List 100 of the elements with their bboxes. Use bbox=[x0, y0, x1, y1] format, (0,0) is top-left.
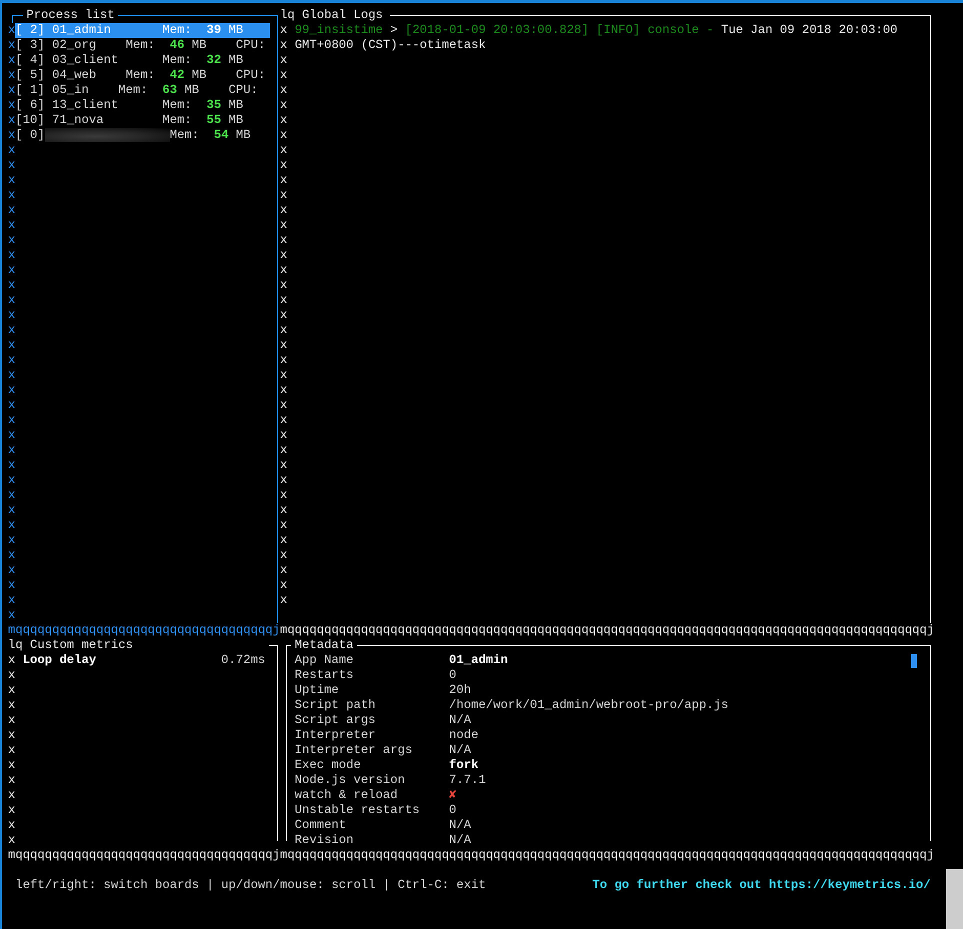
field-label: Node.js version bbox=[294, 773, 406, 788]
border-char: x bbox=[280, 158, 288, 173]
border-char: x bbox=[8, 458, 16, 473]
metric-name: Loop delay bbox=[22, 653, 96, 668]
border-char: x bbox=[280, 83, 288, 98]
border-char: x bbox=[8, 503, 16, 518]
border-char: x bbox=[280, 383, 288, 398]
border-char: x bbox=[8, 368, 16, 383]
border-char: x bbox=[8, 413, 16, 428]
border-line: mqqqqqqqqqqqqqqqqqqqqqqqqqqqqqqqqqqqj bbox=[8, 848, 280, 863]
border-char: x bbox=[8, 698, 16, 713]
scroll-thumb[interactable] bbox=[946, 869, 963, 929]
border-char: x bbox=[280, 488, 288, 503]
field-value: ✘ bbox=[449, 788, 456, 803]
border-char: x bbox=[280, 38, 288, 53]
border-char: x bbox=[280, 548, 288, 563]
field-label: Comment bbox=[294, 818, 348, 833]
border-char: x bbox=[280, 308, 288, 323]
field-label: Interpreter args bbox=[294, 743, 414, 758]
border-char: x bbox=[8, 668, 16, 683]
field-label: Restarts bbox=[294, 668, 354, 683]
field-value: node bbox=[449, 728, 478, 743]
panel-title: lq Custom metrics bbox=[8, 638, 133, 653]
border-char: x bbox=[8, 218, 16, 233]
log-line: 99_insistime > [2018-01-09 20:03:00.828] [INFO] console - Tue Jan 09 2018 20:03:00 bbox=[294, 23, 898, 38]
border-char: x bbox=[280, 263, 288, 278]
border-char: x bbox=[8, 68, 16, 83]
border-char: x bbox=[8, 608, 16, 623]
field-label: Exec mode bbox=[294, 758, 362, 773]
field-value: N/A bbox=[449, 818, 472, 833]
panel-title: lq Global Logs bbox=[280, 8, 383, 23]
field-value: 0 bbox=[449, 668, 456, 683]
border-char: x bbox=[280, 98, 288, 113]
border-char: x bbox=[8, 563, 16, 578]
border-char: x bbox=[8, 128, 16, 143]
border-char: x bbox=[8, 773, 16, 788]
process-row[interactable]: [ 4] 03_client Mem: 32 MB bbox=[15, 53, 270, 68]
border-char: x bbox=[280, 113, 288, 128]
border-char: x bbox=[8, 518, 16, 533]
border-char: x bbox=[8, 383, 16, 398]
border-char: x bbox=[280, 338, 288, 353]
border-char: x bbox=[8, 743, 16, 758]
border-char: x bbox=[8, 113, 16, 128]
field-label: Unstable restarts bbox=[294, 803, 421, 818]
border-char: x bbox=[8, 23, 16, 38]
process-row[interactable]: [ 0] Mem: 54 MB bbox=[15, 128, 270, 144]
border-char: x bbox=[8, 203, 16, 218]
border-char: x bbox=[8, 323, 16, 338]
border-char: x bbox=[280, 503, 288, 518]
border-char: x bbox=[8, 248, 16, 263]
border-char: x bbox=[8, 398, 16, 413]
border-char: x bbox=[8, 578, 16, 593]
border-char: x bbox=[8, 548, 16, 563]
field-label: Script path bbox=[294, 698, 377, 713]
border-char: x bbox=[8, 713, 16, 728]
border-char: x bbox=[280, 473, 288, 488]
field-value: 7.7.1 bbox=[449, 773, 486, 788]
border-char: x bbox=[8, 53, 16, 68]
border-char: x bbox=[280, 323, 288, 338]
border-char: x bbox=[280, 233, 288, 248]
border-char: x bbox=[8, 143, 16, 158]
border-char: x bbox=[280, 53, 288, 68]
process-row[interactable]: [ 3] 02_org Mem: 46 MB CPU: bbox=[15, 38, 270, 53]
border-char: x bbox=[280, 203, 288, 218]
border-char: x bbox=[280, 293, 288, 308]
border-char: x bbox=[8, 833, 16, 848]
process-row[interactable]: [10] 71_nova Mem: 55 MB bbox=[15, 113, 270, 128]
metric-value: 0.72ms bbox=[221, 653, 266, 668]
border-char: x bbox=[280, 428, 288, 443]
border-char: x bbox=[280, 353, 288, 368]
border-char: x bbox=[8, 428, 16, 443]
border-char: x bbox=[8, 38, 16, 53]
border-char: x bbox=[8, 83, 16, 98]
info-link[interactable]: To go further check out https://keymetrics.io/ bbox=[592, 878, 931, 893]
border-char: x bbox=[8, 158, 16, 173]
field-value: fork bbox=[449, 758, 478, 773]
process-row[interactable]: [ 5] 04_web Mem: 42 MB CPU: bbox=[15, 68, 270, 83]
border-line: mqqqqqqqqqqqqqqqqqqqqqqqqqqqqqqqqqqqqqqqqqqqqqqqqqqqqqqqqqqqqqqqqqqqqqqqqqqqqqqqqqqqqqqqj bbox=[280, 623, 934, 638]
field-value: 01_admin bbox=[449, 653, 508, 668]
field-label: Script args bbox=[294, 713, 377, 728]
process-row[interactable]: [ 6] 13_client Mem: 35 MB bbox=[15, 98, 270, 113]
field-label: Revision bbox=[294, 833, 354, 848]
border-char: x bbox=[280, 143, 288, 158]
border-char: x bbox=[8, 818, 16, 833]
border-char: x bbox=[8, 653, 16, 668]
border-char: x bbox=[8, 473, 16, 488]
border-char: x bbox=[8, 353, 16, 368]
border-char: x bbox=[8, 728, 16, 743]
border-char: x bbox=[280, 518, 288, 533]
border-char: x bbox=[280, 593, 288, 608]
field-label: Interpreter bbox=[294, 728, 377, 743]
field-value: N/A bbox=[449, 713, 472, 728]
border-char: x bbox=[280, 443, 288, 458]
border-char: x bbox=[280, 248, 288, 263]
border-char: x bbox=[280, 128, 288, 143]
border-char: x bbox=[8, 488, 16, 503]
border-char: x bbox=[8, 278, 16, 293]
process-row[interactable]: [ 1] 05_in Mem: 63 MB CPU: bbox=[15, 83, 270, 98]
text-cursor bbox=[910, 654, 918, 668]
field-value: 20h bbox=[449, 683, 472, 698]
